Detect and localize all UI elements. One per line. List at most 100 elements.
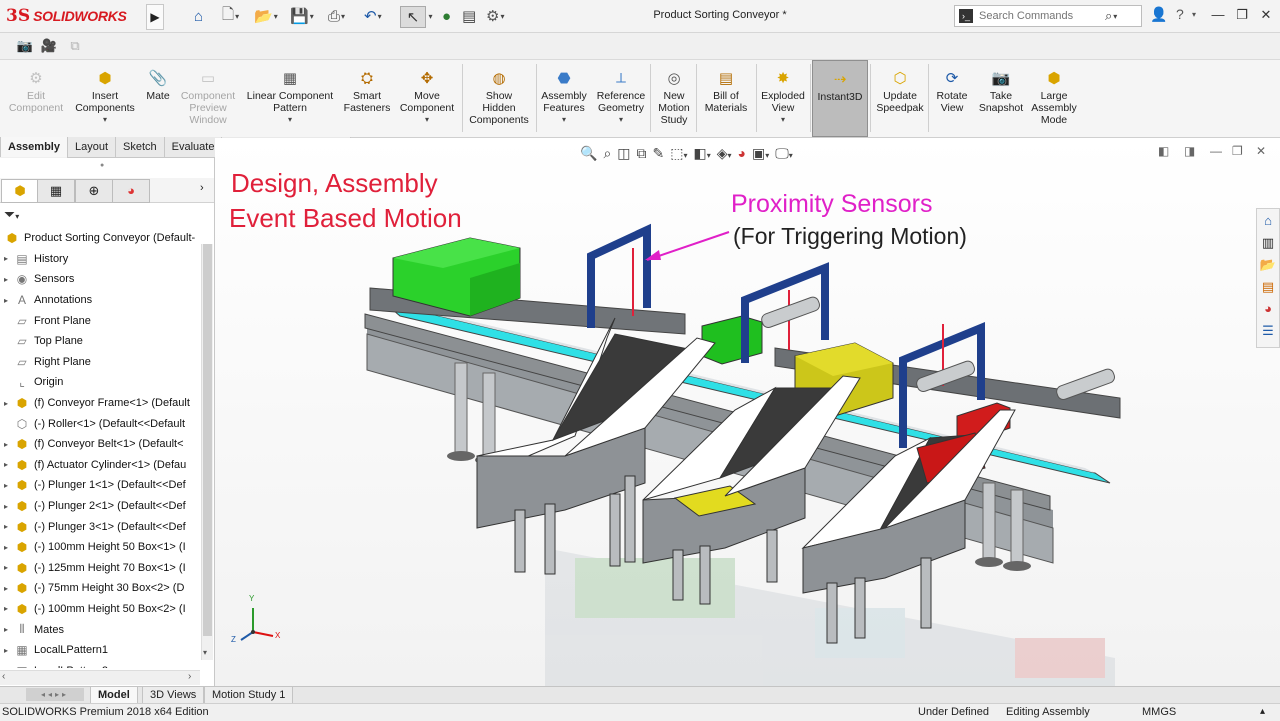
edit-appearance-icon[interactable]: ◕ bbox=[738, 145, 746, 161]
magnifier-icon[interactable]: ⌕ bbox=[1105, 8, 1112, 24]
home-icon[interactable]: ⌂ bbox=[194, 6, 203, 26]
tree-node[interactable]: ▸▦ LocalLPattern2 bbox=[0, 660, 200, 668]
tree-node[interactable]: ⬡ (-) Roller<1> (Default<<Default bbox=[0, 413, 200, 434]
dropdown-caret-icon[interactable]: ▾ bbox=[103, 115, 107, 124]
expand-arrow-icon[interactable]: ▸ bbox=[0, 584, 12, 593]
mate-button[interactable]: 📎 Mate bbox=[142, 60, 174, 137]
expand-arrow-icon[interactable]: ▸ bbox=[0, 646, 12, 655]
dropdown-caret-icon[interactable]: ▾ bbox=[288, 115, 292, 124]
open-folder-icon[interactable]: 📂 ▾ bbox=[254, 6, 278, 26]
expand-arrow-icon[interactable]: ▸ bbox=[0, 502, 12, 511]
viewport-restore-icon[interactable]: ❐ bbox=[1232, 144, 1243, 158]
undo-icon[interactable]: ↶ ▾ bbox=[364, 6, 382, 26]
tree-node[interactable]: ⌞ Origin bbox=[0, 372, 200, 393]
filter-icon[interactable]: ⏷▾ bbox=[4, 206, 19, 223]
tree-node[interactable]: ⬢ Product Sorting Conveyor (Default- bbox=[0, 228, 200, 249]
tree-horizontal-scrollbar[interactable]: ‹ › bbox=[0, 670, 200, 685]
tree-vertical-scrollbar[interactable]: ▾ bbox=[201, 244, 213, 660]
insert-components-button[interactable]: ⬢ Insert Components ▾ bbox=[68, 60, 142, 137]
solidworks-logo[interactable]: 3S SOLIDWORKS bbox=[6, 6, 127, 26]
tree-node[interactable]: ▸ ⬢ (-) 75mm Height 30 Box<2> (D bbox=[0, 578, 200, 599]
custom-properties-icon[interactable]: ☰ bbox=[1258, 321, 1278, 341]
expand-arrow-icon[interactable]: ▸ bbox=[0, 275, 12, 284]
search-caret-icon[interactable]: ▾ bbox=[1113, 12, 1117, 21]
tab-evaluate[interactable]: Evaluate bbox=[163, 137, 223, 158]
tree-node[interactable]: ▸ ⦀ Mates bbox=[0, 619, 200, 640]
user-account-icon[interactable]: 👤 bbox=[1150, 6, 1167, 23]
large-assembly-mode-button[interactable]: ⬢ Large Assembly Mode bbox=[1028, 60, 1080, 137]
bill-of-materials-button[interactable]: ▤ Bill of Materials bbox=[698, 60, 754, 137]
snapshot-camera-icon[interactable]: 📷 bbox=[16, 37, 34, 55]
viewport-minimize-icon[interactable]: — bbox=[1210, 144, 1222, 158]
display-style-icon[interactable]: ◧▾ bbox=[694, 145, 711, 162]
expand-arrow-icon[interactable]: ▸ bbox=[0, 666, 12, 668]
camera-link-icon[interactable]: 🎥 bbox=[40, 37, 58, 55]
section-view-icon[interactable]: ⧉ bbox=[637, 145, 647, 162]
tree-node[interactable]: ▸ ▦ LocalLPattern1 bbox=[0, 640, 200, 661]
expand-arrow-icon[interactable]: ▸ bbox=[0, 399, 12, 408]
new-document-icon[interactable]: 🗋 ▾ bbox=[222, 6, 239, 26]
show-hidden-components-button[interactable]: ◍ Show Hidden Components bbox=[464, 60, 534, 137]
options-gear-icon[interactable]: ⚙ ▾ bbox=[486, 6, 504, 26]
select-cursor-icon[interactable]: ↖ bbox=[400, 6, 426, 28]
edit-component-button[interactable]: ⚙ Edit Component bbox=[6, 60, 66, 137]
dropdown-caret-icon[interactable]: ▾ bbox=[562, 115, 566, 124]
component-preview-window-button[interactable]: ▭ Component Preview Window bbox=[176, 60, 240, 137]
dropdown-caret-icon[interactable]: ▾ bbox=[619, 115, 623, 124]
tree-node[interactable]: ▸ ⬢ (-) Plunger 3<1> (Default<<Def bbox=[0, 516, 200, 537]
expand-arrow-icon[interactable]: ▸ bbox=[0, 563, 12, 572]
new-motion-study-button[interactable]: ◎ New Motion Study bbox=[652, 60, 696, 137]
help-caret-icon[interactable]: ▾ bbox=[1192, 10, 1196, 19]
zoom-to-area-icon[interactable]: ⌕ bbox=[603, 145, 611, 162]
tree-node[interactable]: ▱ Top Plane bbox=[0, 331, 200, 352]
feature-manager-tab-icon[interactable]: ⬢ bbox=[1, 179, 39, 203]
tab-3d-views[interactable]: 3D Views bbox=[142, 687, 205, 704]
expand-arrow-icon[interactable]: ▸ bbox=[0, 543, 12, 552]
view-settings-icon[interactable]: 🖵▾ bbox=[775, 145, 793, 162]
viewport-tile-left-icon[interactable]: ◧ bbox=[1158, 144, 1169, 158]
scroll-left-icon[interactable]: ‹ bbox=[2, 671, 5, 682]
smart-fasteners-button[interactable]: ⛭ Smart Fasteners bbox=[344, 60, 391, 137]
tab-scroll-arrows-icon[interactable]: ◂◂▸▸ bbox=[26, 688, 84, 701]
print-icon[interactable]: ⎙ ▾ bbox=[328, 6, 345, 26]
instant3d-button[interactable]: ⇢ Instant3D bbox=[812, 60, 868, 137]
expand-arrow-icon[interactable]: ▸ bbox=[0, 481, 12, 490]
select-caret-icon[interactable]: ▾ bbox=[426, 6, 434, 26]
tree-node[interactable]: ▸ ◉ Sensors bbox=[0, 269, 200, 290]
take-snapshot-button[interactable]: 📷 Take Snapshot bbox=[976, 60, 1026, 137]
scroll-down-icon[interactable]: ▾ bbox=[203, 648, 207, 657]
tab-motion-study-1[interactable]: Motion Study 1 bbox=[204, 687, 294, 704]
previous-view-icon[interactable]: ◫ bbox=[617, 145, 630, 162]
panel-grip-icon[interactable]: ● bbox=[100, 162, 104, 169]
tree-node[interactable]: ▸ ⬢ (f) Conveyor Belt<1> (Default< bbox=[0, 434, 200, 455]
configuration-manager-tab-icon[interactable]: ⊕ bbox=[75, 179, 113, 203]
tree-node[interactable]: ▸ ⬢ (-) 100mm Height 50 Box<2> (I bbox=[0, 599, 200, 620]
design-library-icon[interactable]: ▥ bbox=[1258, 233, 1278, 253]
zoom-to-fit-icon[interactable]: 🔍 bbox=[580, 145, 597, 162]
tree-node[interactable]: ▱ Front Plane bbox=[0, 310, 200, 331]
exploded-view-button[interactable]: ✸ Exploded View ▾ bbox=[758, 60, 808, 137]
dropdown-caret-icon[interactable]: ▾ bbox=[781, 115, 785, 124]
search-input[interactable] bbox=[977, 9, 1101, 23]
tree-node[interactable]: ▸ ⬢ (-) 125mm Height 70 Box<1> (I bbox=[0, 558, 200, 579]
graphics-area[interactable]: Design, Assembly Event Based Motion Prox… bbox=[215, 138, 1280, 686]
tree-node[interactable]: ▸ ▤ History bbox=[0, 249, 200, 270]
expand-arrow-icon[interactable]: ▸ bbox=[0, 604, 12, 613]
dropdown-caret-icon[interactable]: ▾ bbox=[425, 115, 429, 124]
view-palette-icon[interactable]: ▤ bbox=[1258, 277, 1278, 297]
linear-component-pattern-button[interactable]: ▦ Linear Component Pattern ▾ bbox=[242, 60, 338, 137]
copy-settings-icon[interactable]: ⧉ bbox=[66, 37, 84, 55]
scrollbar-thumb[interactable] bbox=[203, 244, 212, 636]
appearances-icon[interactable]: ◕ bbox=[1258, 299, 1278, 319]
update-speedpak-button[interactable]: ⬡ Update Speedpak bbox=[872, 60, 928, 137]
menu-flyout-button[interactable]: ▶ bbox=[146, 4, 164, 30]
property-manager-tab-icon[interactable]: ▦ bbox=[37, 179, 75, 203]
rotate-view-button[interactable]: ⟳ Rotate View bbox=[930, 60, 974, 137]
expand-arrow-icon[interactable]: ▸ bbox=[0, 254, 12, 263]
minimize-window-icon[interactable]: — bbox=[1206, 4, 1230, 26]
close-window-icon[interactable]: ✕ bbox=[1254, 4, 1278, 26]
scroll-right-icon[interactable]: › bbox=[188, 671, 191, 682]
dynamic-annotation-icon[interactable]: ✎ bbox=[653, 145, 665, 162]
tree-node[interactable]: ▸ ⬢ (-) Plunger 1<1> (Default<<Def bbox=[0, 475, 200, 496]
viewport-close-icon[interactable]: ✕ bbox=[1256, 144, 1266, 158]
